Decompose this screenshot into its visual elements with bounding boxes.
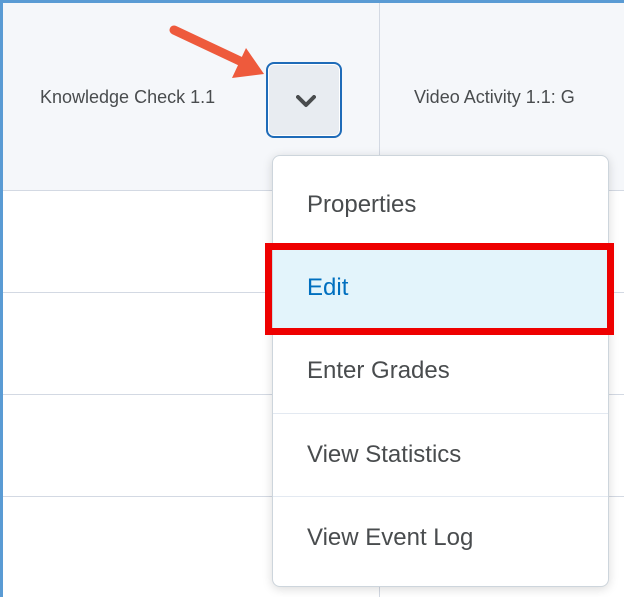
menu-item-label: Enter Grades: [307, 357, 450, 384]
menu-item-edit[interactable]: Edit: [273, 247, 608, 329]
menu-item-label: View Event Log: [307, 524, 474, 551]
column-header-knowledge-check[interactable]: Knowledge Check 1.1: [40, 87, 262, 108]
menu-item-label: View Statistics: [307, 441, 462, 468]
menu-item-view-event-log[interactable]: View Event Log: [273, 496, 608, 578]
menu-item-label: Properties: [307, 191, 417, 218]
menu-item-view-statistics[interactable]: View Statistics: [273, 413, 608, 495]
menu-item-enter-grades[interactable]: Enter Grades: [273, 330, 608, 412]
chevron-down-icon: [296, 95, 316, 107]
column-options-menu: Properties Edit Enter Grades View Statis…: [272, 155, 609, 587]
menu-item-label: Edit: [307, 274, 349, 301]
column-header-video-activity[interactable]: Video Activity 1.1: G: [414, 87, 624, 108]
menu-item-properties[interactable]: Properties: [273, 164, 608, 246]
annotation-arrow-icon: [169, 25, 264, 78]
